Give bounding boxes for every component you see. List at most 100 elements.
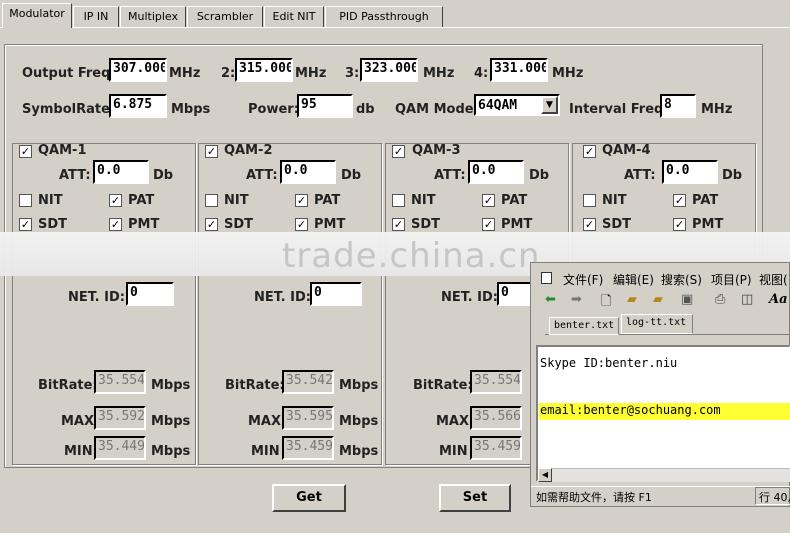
tab-edit-nit[interactable]: Edit NIT [264,6,324,27]
forward-arrow-icon[interactable]: ➡ [571,292,582,307]
qam3-pat-label: PAT [501,193,528,208]
qam2-min-value: 35.459 [282,436,334,460]
print-preview-icon[interactable]: ◫ [741,292,753,307]
interval-freq-unit: MHz [701,102,733,117]
qam2-net-id-input[interactable]: 0 [310,282,362,306]
notepad-tab-log[interactable]: log-tt.txt [621,314,693,334]
qam1-min-unit: Mbps [151,444,191,459]
qam2-sdt-checkbox[interactable]: ✓ [205,218,218,231]
menu-project[interactable]: 项目(P) [711,271,752,288]
qam3-att-input[interactable]: 0.0 [468,160,524,184]
interval-freq-label: Interval Freq. [569,102,669,117]
menu-view[interactable]: 视图( [759,271,788,288]
qam3-att-label: ATT: [434,168,466,183]
qam3-nit-checkbox[interactable] [392,194,405,207]
qam1-min-value: 35.449 [94,436,146,460]
qam2-nit-label: NIT [224,193,249,208]
freq2-unit: MHz [295,66,327,81]
menu-edit[interactable]: 编辑(E) [613,271,654,288]
chevron-down-icon[interactable]: ▼ [541,96,558,114]
qam2-nit-checkbox[interactable] [205,194,218,207]
qam4-title: QAM-4 [602,143,651,158]
qam1-bitrate-unit: Mbps [151,378,191,393]
qam3-pmt-checkbox[interactable]: ✓ [482,218,495,231]
qam1-pat-label: PAT [128,193,155,208]
back-arrow-icon[interactable]: ⬅ [545,292,556,307]
qam-mode-label: QAM Mode: [395,102,479,117]
symbol-rate-input[interactable]: 6.875 [109,94,167,118]
qam1-enable-checkbox[interactable]: ✓ [19,145,32,158]
folder-icon[interactable]: ▰ [653,292,663,307]
font-icon[interactable]: Aa [769,292,788,307]
notepad-status-help: 如需帮助文件，请按 F1 [536,491,652,504]
qam2-att-input[interactable]: 0.0 [280,160,336,184]
qam1-pmt-checkbox[interactable]: ✓ [109,218,122,231]
notepad-hscrollbar[interactable] [538,468,790,482]
qam2-bitrate-label: BitRate: [225,378,285,393]
qam4-nit-label: NIT [602,193,627,208]
qam3-enable-checkbox[interactable]: ✓ [392,145,405,158]
tab-modulator[interactable]: Modulator [2,3,72,28]
qam3-bitrate-label: BitRate: [413,378,473,393]
new-file-icon[interactable]: 🗋 [601,292,611,314]
scroll-left-icon[interactable]: ◀ [538,468,552,482]
qam2-pmt-checkbox[interactable]: ✓ [295,218,308,231]
qam1-bitrate-label: BitRate: [38,378,98,393]
qam2-att-unit: Db [341,168,362,183]
save-icon[interactable]: ▣ [681,292,693,307]
watermark-text: trade.china.cn [282,236,541,276]
qam1-att-input[interactable]: 0.0 [93,160,149,184]
qam1-bitrate-value: 35.554 [94,370,146,394]
qam3-min-value: 35.459 [470,436,522,460]
qam2-min-unit: Mbps [339,444,379,459]
print-icon[interactable]: ⎙ [715,292,725,307]
interval-freq-input[interactable]: 8 [660,94,696,118]
qam1-sdt-checkbox[interactable]: ✓ [19,218,32,231]
menu-search[interactable]: 搜索(S) [661,271,702,288]
qam3-max-label: MAX [436,414,470,429]
qam4-pmt-checkbox[interactable]: ✓ [673,218,686,231]
tab-ip-in[interactable]: IP IN [73,6,119,27]
freq4-label: 4: [474,66,489,81]
symbol-rate-label: SymbolRate: [22,102,116,117]
power-unit: db [356,102,375,117]
qam4-nit-checkbox[interactable] [583,194,596,207]
tab-scrambler[interactable]: Scrambler [187,6,263,27]
qam3-max-value: 35.566 [470,406,522,430]
freq2-input[interactable]: 315.000 [235,58,293,82]
freq1-input[interactable]: 307.000 [109,58,167,82]
power-input[interactable]: 95 [297,94,353,118]
qam1-nit-label: NIT [38,193,63,208]
qam4-sdt-label: SDT [602,217,632,232]
notepad-tab-benter[interactable]: benter.txt [549,317,619,335]
qam2-min-label: MIN [251,444,280,459]
qam4-att-input[interactable]: 0.0 [662,160,718,184]
open-folder-icon[interactable]: ▰ [627,292,637,307]
tab-strip-line [0,27,790,28]
qam2-enable-checkbox[interactable]: ✓ [205,145,218,158]
freq3-input[interactable]: 323.000 [360,58,418,82]
qam1-pat-checkbox[interactable]: ✓ [109,194,122,207]
qam4-pat-checkbox[interactable]: ✓ [673,194,686,207]
qam3-net-id-input[interactable]: 0 [497,282,533,306]
notepad-doc-icon [541,272,552,284]
tab-multiplex[interactable]: Multiplex [120,6,186,27]
qam4-pmt-label: PMT [692,217,724,232]
qam2-bitrate-unit: Mbps [339,378,379,393]
qam2-pat-label: PAT [314,193,341,208]
freq4-input[interactable]: 331.000 [490,58,548,82]
power-label: Power: [248,102,299,117]
set-button[interactable]: Set [439,484,511,512]
qam3-pat-checkbox[interactable]: ✓ [482,194,495,207]
tab-pid-passthrough[interactable]: PID Passthrough [325,6,443,27]
qam1-nit-checkbox[interactable] [19,194,32,207]
qam2-pat-checkbox[interactable]: ✓ [295,194,308,207]
qam3-sdt-checkbox[interactable]: ✓ [392,218,405,231]
menu-file[interactable]: 文件(F) [563,271,603,288]
freq2-label: 2: [221,66,236,81]
qam4-sdt-checkbox[interactable]: ✓ [583,218,596,231]
get-button[interactable]: Get [272,484,346,512]
qam4-enable-checkbox[interactable]: ✓ [583,145,596,158]
qam1-net-id-input[interactable]: 0 [126,282,174,306]
qam3-net-id-label: NET. ID: [441,290,498,305]
